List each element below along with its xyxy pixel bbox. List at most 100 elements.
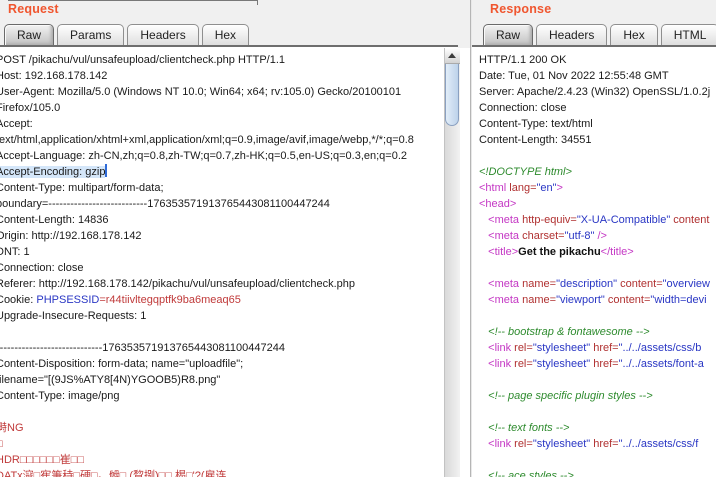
response-text-segment: "width=devi — [650, 294, 707, 306]
response-line: <!-- text fonts --> — [479, 420, 710, 436]
request-text-segment: Content-Type: multipart/form-data; — [0, 182, 164, 194]
request-text-segment: Content-Type: image/png — [0, 390, 120, 402]
request-line: Upgrade-Insecure-Requests: 1 — [0, 308, 470, 324]
response-text-segment: <!-- bootstrap & fontawesome --> — [479, 326, 650, 338]
response-text-segment: Content-Length: 34551 — [479, 134, 592, 146]
response-line — [479, 308, 710, 324]
response-tab-hex[interactable]: Hex — [610, 24, 658, 46]
scroll-thumb[interactable] — [445, 64, 459, 126]
response-tab-raw[interactable]: Raw — [483, 24, 534, 46]
request-text-segment: filename="[(9JS%ATY8[4N)YGOOB5)R8.png" — [0, 374, 221, 386]
response-text-segment: Get the pikachu — [518, 246, 601, 258]
response-text-segment: HTTP/1.1 200 OK — [479, 54, 567, 66]
response-line — [479, 404, 710, 420]
response-text-segment: charset= — [522, 230, 565, 242]
response-text-segment: rel= — [514, 438, 533, 450]
request-line: Content-Type: multipart/form-data; — [0, 180, 470, 196]
response-viewer[interactable]: HTTP/1.1 200 OK Date: Tue, 01 Nov 2022 12… — [471, 48, 716, 477]
request-text-segment: PHPSESSID — [36, 294, 100, 306]
request-line: Referer: http://192.168.178.142/pikachu/… — [0, 276, 470, 292]
response-text-segment: "stylesheet" — [532, 358, 591, 370]
response-text-segment: <meta — [479, 278, 523, 290]
response-text-segment: name= — [522, 294, 557, 306]
response-text-segment: rel= — [514, 358, 533, 370]
response-text-segment: <title> — [479, 246, 519, 258]
response-text-segment: <html — [479, 182, 510, 194]
response-line — [479, 372, 710, 388]
request-scrollbar[interactable] — [444, 48, 460, 477]
response-tab-html[interactable]: HTML — [660, 24, 716, 46]
request-text-segment: 塒NG — [0, 422, 24, 434]
response-text-segment: name= — [522, 278, 557, 290]
response-text-segment: "utf-8" — [564, 230, 595, 242]
request-text-segment: text/html,application/xhtml+xml,applicat… — [0, 134, 414, 146]
response-line: Date: Tue, 01 Nov 2022 12:55:48 GMT — [479, 68, 710, 84]
response-text-segment: content — [670, 214, 710, 226]
response-text-segment: "../../assets/css/f — [618, 438, 699, 450]
response-text-segment: <!DOCTYPE html> — [479, 166, 572, 178]
request-text-segment: DATx滱□寉箑秲□硬□。乸□,(睝捌)□□,楬□'?(雇连 — [0, 470, 227, 477]
request-line: Content-Type: image/png — [0, 388, 470, 404]
response-text-segment: "stylesheet" — [532, 342, 591, 354]
response-text-segment: <link — [479, 438, 515, 450]
response-raw-text: HTTP/1.1 200 OK Date: Tue, 01 Nov 2022 12… — [479, 52, 710, 477]
request-line: Content-Disposition: form-data; name="up… — [0, 356, 470, 372]
response-line: <!-- page specific plugin styles --> — [479, 388, 710, 404]
request-text-segment: Upgrade-Insecure-Requests: 1 — [0, 310, 147, 322]
response-line: <link rel="stylesheet" href="../../asset… — [479, 356, 710, 372]
scroll-up-button[interactable] — [445, 48, 460, 64]
response-line: HTTP/1.1 200 OK — [479, 52, 710, 68]
response-line: <meta name="viewport" content="width=dev… — [479, 292, 710, 308]
request-line: DATx滱□寉箑秲□硬□。乸□,(睝捌)□□,楬□'?(雇连 — [0, 468, 470, 477]
response-text-segment: "stylesheet" — [532, 438, 591, 450]
request-text-segment: □ — [0, 438, 3, 450]
request-tab-hex[interactable]: Hex — [201, 24, 250, 46]
response-text-segment: <meta — [479, 214, 523, 226]
response-text-segment: Content-Type: text/html — [479, 118, 593, 130]
response-text-segment: Date: Tue, 01 Nov 2022 12:55:48 GMT — [479, 70, 669, 82]
response-text-segment: "../../assets/css/b — [618, 342, 702, 354]
response-text-segment: /> — [594, 230, 607, 242]
response-text-segment: "en" — [536, 182, 557, 194]
response-text-segment: "viewport" — [556, 294, 605, 306]
request-text-segment: POST /pikachu/vul/unsafeupload/clientche… — [0, 54, 286, 66]
request-line: Firefox/105.0 — [0, 100, 470, 116]
response-text-segment: href= — [590, 358, 619, 370]
response-line: <html lang="en"> — [479, 180, 710, 196]
response-text-segment: "../../assets/font-a — [618, 358, 704, 370]
request-editor[interactable]: POST /pikachu/vul/unsafeupload/clientche… — [0, 48, 470, 477]
response-line: <link rel="stylesheet" href="../../asset… — [479, 436, 710, 452]
response-line: <title>Get the pikachu</title> — [479, 244, 710, 260]
request-text-segment: Firefox/105.0 — [0, 102, 61, 114]
response-text-segment: <meta — [479, 294, 523, 306]
request-line: Origin: http://192.168.178.142 — [0, 228, 470, 244]
response-text-segment: lang= — [509, 182, 537, 194]
text-caret — [105, 164, 108, 177]
request-text-segment: Referer: http://192.168.178.142/pikachu/… — [0, 278, 355, 290]
request-line: Accept: — [0, 116, 470, 132]
response-tab-headers[interactable]: Headers — [536, 24, 608, 46]
request-line: boundary=---------------------------1763… — [0, 196, 470, 212]
request-line: User-Agent: Mozilla/5.0 (Windows NT 10.0… — [0, 84, 470, 100]
response-line: <link rel="stylesheet" href="../../asset… — [479, 340, 710, 356]
response-text-segment: rel= — [514, 342, 533, 354]
request-tab-headers[interactable]: Headers — [127, 24, 199, 46]
request-line: DNT: 1 — [0, 244, 470, 260]
request-tab-raw[interactable]: Raw — [4, 24, 55, 46]
request-text-segment: =r44tiivltegqptfk9ba6meaq65 — [99, 294, 241, 306]
response-text-segment: content= — [617, 278, 663, 290]
request-text-segment: DNT: 1 — [0, 246, 30, 258]
request-line: Connection: close — [0, 260, 470, 276]
request-tab-params[interactable]: Params — [57, 24, 125, 46]
response-text-segment: content= — [604, 294, 651, 306]
response-line: <!-- ace styles --> — [479, 468, 710, 477]
response-line: Server: Apache/2.4.23 (Win32) OpenSSL/1.… — [479, 84, 710, 100]
response-text-segment: <head> — [479, 198, 517, 210]
request-text-segment: User-Agent: Mozilla/5.0 (Windows NT 10.0… — [0, 86, 402, 98]
request-panel-title: Request — [8, 2, 59, 16]
request-line: Content-Length: 14836 — [0, 212, 470, 228]
response-text-segment: <link — [479, 358, 515, 370]
request-line: filename="[(9JS%ATY8[4N)YGOOB5)R8.png" — [0, 372, 470, 388]
request-text-segment: Connection: close — [0, 262, 84, 274]
response-line: Connection: close — [479, 100, 710, 116]
